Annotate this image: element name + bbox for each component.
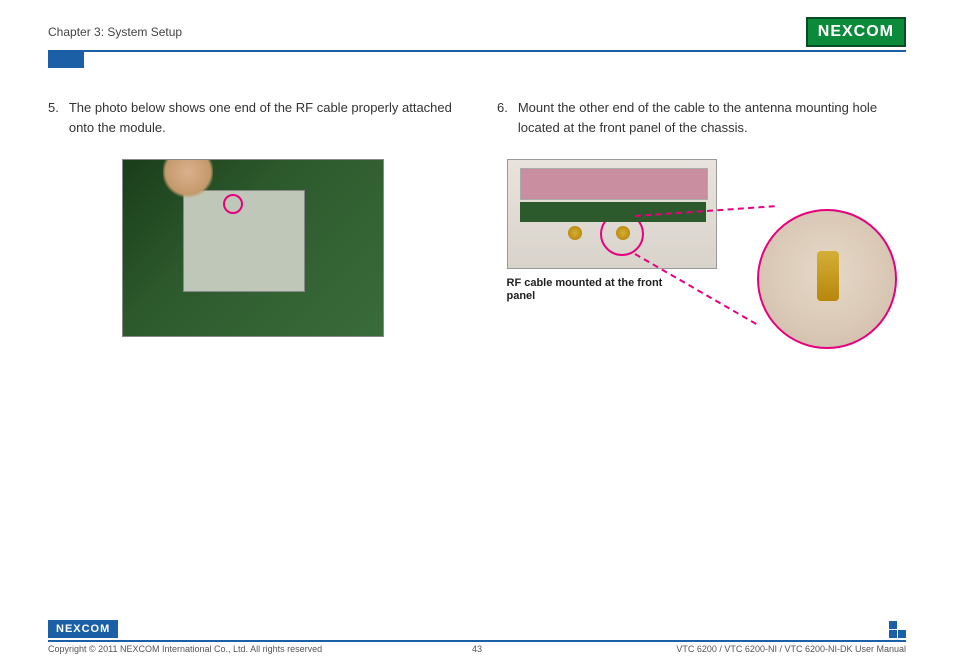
zoom-detail-circle (757, 209, 897, 349)
page-header: Chapter 3: System Setup NEXCOM (48, 18, 906, 46)
figure-front-panel: RF cable mounted at the front panel (497, 159, 906, 369)
footer-copyright: Copyright © 2011 NEXCOM International Co… (48, 644, 322, 654)
header-rule (48, 50, 906, 52)
chapter-title: Chapter 3: System Setup (48, 25, 182, 39)
photo-front-panel (507, 159, 717, 269)
left-column: 5. The photo below shows one end of the … (48, 98, 457, 369)
callout-circle-icon (223, 194, 243, 214)
step-6: 6. Mount the other end of the cable to t… (497, 98, 906, 137)
footer-squares-icon (889, 621, 906, 638)
step-5-number: 5. (48, 98, 59, 137)
footer-text-row: Copyright © 2011 NEXCOM International Co… (48, 644, 906, 654)
page-number: 43 (472, 644, 482, 654)
step-5-text: The photo below shows one end of the RF … (69, 98, 457, 137)
figure-caption: RF cable mounted at the front panel (507, 277, 667, 303)
header-tab-accent (48, 52, 84, 68)
footer-brand-logo: NEXCOM (48, 620, 118, 638)
footer-brand-text: NEXCOM (56, 623, 110, 635)
callout-circle-icon (600, 212, 644, 256)
photo-circuit-board (122, 159, 384, 337)
sma-connector-icon (568, 226, 582, 240)
figure-front-panel-composite: RF cable mounted at the front panel (507, 159, 897, 369)
footer-logo-row: NEXCOM (48, 620, 906, 638)
footer-docref: VTC 6200 / VTC 6200-NI / VTC 6200-NI-DK … (676, 644, 906, 654)
figure-rf-cable-module (48, 159, 457, 337)
footer-rule (48, 640, 906, 642)
brand-logo-text: NEXCOM (818, 23, 894, 41)
page-footer: NEXCOM Copyright © 2011 NEXCOM Internati… (48, 620, 906, 654)
brand-logo: NEXCOM (806, 17, 906, 47)
step-6-number: 6. (497, 98, 508, 137)
step-6-text: Mount the other end of the cable to the … (518, 98, 906, 137)
content-area: 5. The photo below shows one end of the … (48, 98, 906, 369)
step-5: 5. The photo below shows one end of the … (48, 98, 457, 137)
right-column: 6. Mount the other end of the cable to t… (497, 98, 906, 369)
